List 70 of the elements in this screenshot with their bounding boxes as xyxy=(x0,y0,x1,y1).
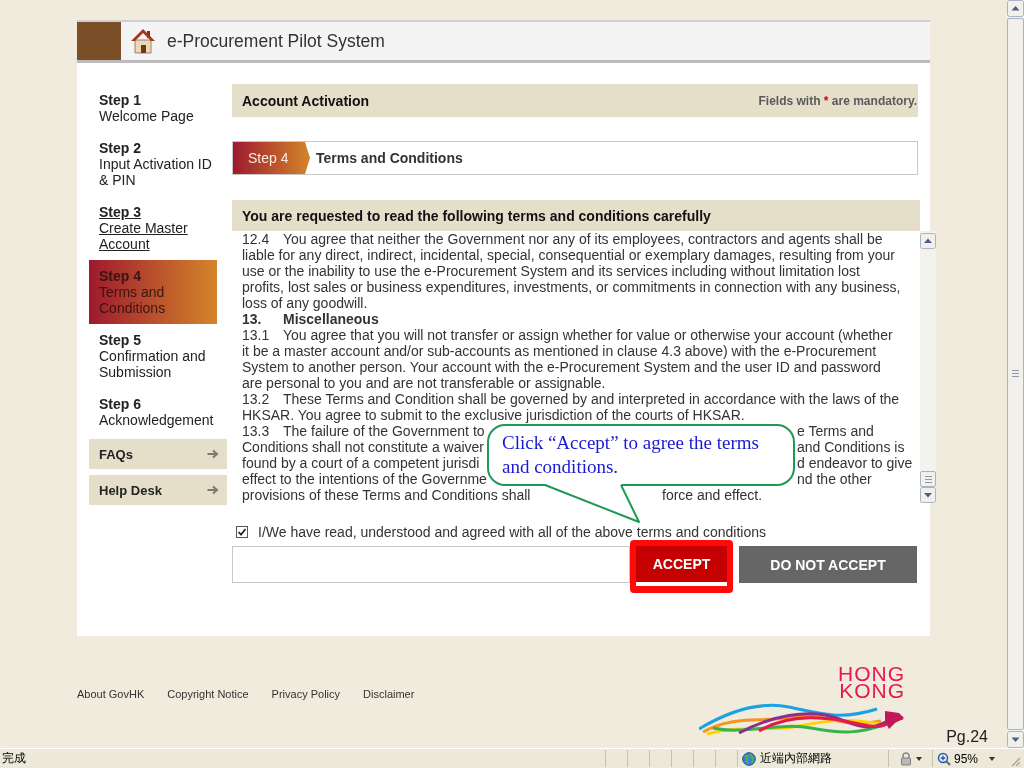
caret-icon xyxy=(989,756,996,761)
footer-link[interactable]: Privacy Policy xyxy=(271,688,341,701)
clause-number: 13.2 xyxy=(242,391,270,407)
current-step-label: Step 4 xyxy=(233,142,310,174)
side-menu-button[interactable]: Help Desk xyxy=(89,475,227,505)
clause-number: 13.3 xyxy=(242,423,270,439)
terms-line: These Terms and Condition shall be governed by and interpreted in accordance with the laws of the xyxy=(283,391,900,407)
footer-link[interactable]: Copyright Notice xyxy=(167,688,249,701)
terms-line: force and effect. xyxy=(662,487,763,503)
clause-number: 13. xyxy=(242,311,262,327)
page-title: Account Activation xyxy=(242,92,370,109)
terms-line: provisions of these Terms and Conditions shall xyxy=(242,487,531,503)
terms-line: profits, lost sales or business expenditures, investments, or commitments in connection with any business, xyxy=(242,279,901,295)
accept-button[interactable]: ACCEPT xyxy=(636,546,727,586)
scrollbar-thumb[interactable] xyxy=(920,471,936,487)
scroll-down-button[interactable] xyxy=(1007,731,1024,748)
step-item[interactable]: Step 3 Create Master Account xyxy=(89,196,217,260)
zoom-in-icon xyxy=(937,751,951,766)
footer-link[interactable]: Disclaimer xyxy=(363,688,415,701)
header-accent-block xyxy=(77,22,121,60)
arrow-right-icon xyxy=(207,485,219,495)
terms-line: and Conditions is xyxy=(797,439,905,455)
terms-line: Miscellaneous xyxy=(283,311,379,327)
step-item[interactable]: Step 5 Confirmation and Submission xyxy=(89,324,217,388)
arrow-right-icon xyxy=(207,449,219,459)
zoom-menu-button[interactable]: 95% xyxy=(937,751,996,766)
terms-line: d endeavor to give xyxy=(797,455,913,471)
security-zone-text: 近端內部網路 xyxy=(760,750,832,767)
caret-icon xyxy=(916,756,922,761)
step-item[interactable]: Step 2 Input Activation ID & PIN xyxy=(89,132,217,196)
clause-number: 13.1 xyxy=(242,327,270,343)
security-menu-button[interactable] xyxy=(899,751,922,766)
agreement-label: I/We have read, understood and agreed with all of the above terms and conditions xyxy=(258,524,766,540)
terms-line: You agree that you will not transfer or assign whether for value or otherwise your account (whether xyxy=(283,327,893,343)
decline-button[interactable]: DO NOT ACCEPT xyxy=(739,546,917,583)
terms-line: e Terms and xyxy=(797,423,874,439)
callout-text: Click “Accept” to agree the terms and conditions. xyxy=(502,431,760,479)
terms-heading: You are requested to read the following terms and conditions carefully xyxy=(242,207,711,224)
page-number: Pg.24 xyxy=(946,728,988,746)
logo-text: HONG xyxy=(838,665,905,682)
terms-line: liable for any direct, indirect, incidental, special, consequential or exemplary damages, resulting from your xyxy=(242,247,895,263)
scroll-up-button[interactable] xyxy=(1007,0,1024,17)
agreement-checkbox[interactable] xyxy=(236,526,248,538)
mandatory-note: Fields with * are mandatory. xyxy=(758,93,917,108)
footer-link[interactable]: About GovHK xyxy=(77,688,145,701)
terms-line: nd the other xyxy=(797,471,872,487)
terms-line: You agree that neither the Government nor any of its employees, contractors and agents shall be xyxy=(283,231,883,247)
side-menu-button[interactable]: FAQs xyxy=(89,439,227,469)
terms-line: HKSAR. You agree to submit to the exclusive jurisdiction of the courts of HKSAR. xyxy=(242,407,745,423)
lock-icon xyxy=(899,751,913,766)
terms-line: found by a court of a competent jurisdi xyxy=(242,455,480,471)
terms-line: The failure of the Government to xyxy=(283,423,485,439)
logo-text: KONG xyxy=(839,682,905,699)
terms-line: Conditions shall not constitute a waiver xyxy=(242,439,485,455)
house-icon xyxy=(131,28,155,54)
scroll-up-button[interactable] xyxy=(920,233,936,249)
globe-icon xyxy=(742,751,756,766)
terms-line: it be a master account and/or sub-accounts as mentioned in clause 4.3 above) with the e-Procurement xyxy=(242,343,877,359)
site-title: e-Procurement Pilot System xyxy=(167,30,385,52)
step-title: Terms and Conditions xyxy=(316,150,463,166)
scroll-down-button[interactable] xyxy=(920,487,936,503)
status-text: 完成 xyxy=(1,750,26,767)
step-item[interactable]: Step 1 Welcome Page xyxy=(89,84,217,132)
terms-line: are personal to you and are not transferable or assignable. xyxy=(242,375,606,391)
terms-line: System to another person. Your account with the e-Procurement System and the user ID and password xyxy=(242,359,881,375)
terms-line: use or the inability to use the e-Procurement System and its services including without limitation lost xyxy=(242,263,860,279)
step-item[interactable]: Step 6 Acknowledgement xyxy=(89,388,217,436)
clause-number: 12.4 xyxy=(242,231,270,247)
terms-line: loss of any goodwill. xyxy=(242,295,368,311)
terms-line: effect to the intentions of the Governme xyxy=(242,471,487,487)
